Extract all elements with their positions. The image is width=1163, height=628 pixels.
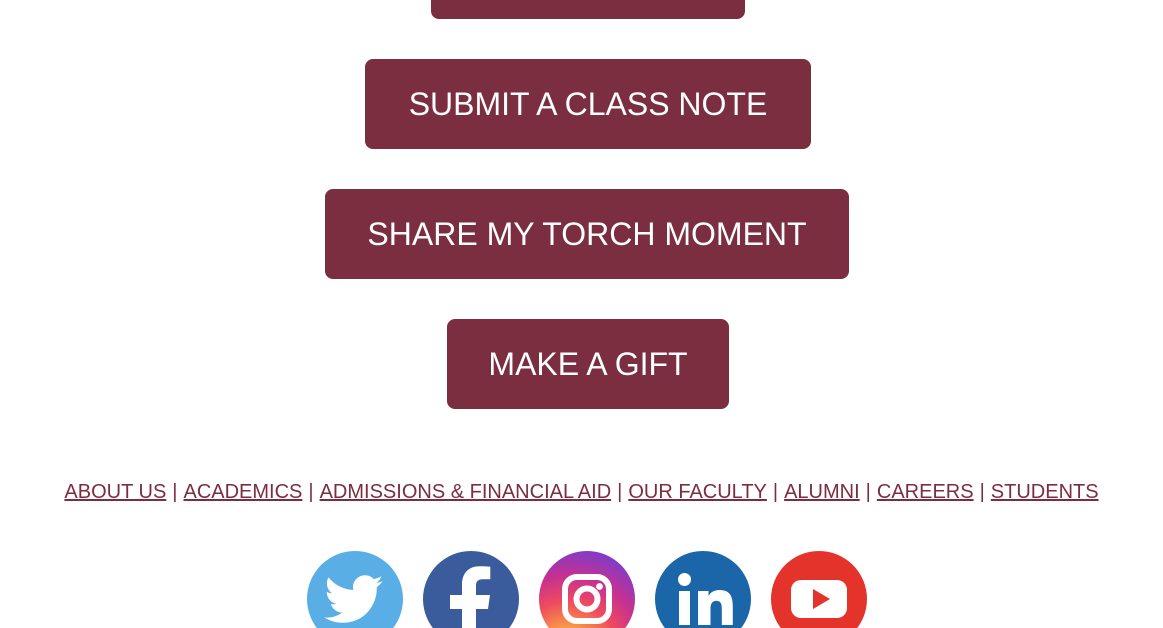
instagram-icon[interactable]	[539, 551, 635, 628]
submit-class-note-button[interactable]: SUBMIT A CLASS NOTE	[365, 59, 811, 149]
footer-separator: |	[617, 481, 623, 503]
footer-link-academics[interactable]: ACADEMICS	[183, 481, 302, 503]
social-links	[307, 551, 867, 628]
make-a-gift-button[interactable]: MAKE A GIFT	[447, 319, 729, 409]
twitter-icon[interactable]	[307, 551, 403, 628]
footer-link-students[interactable]: STUDENTS	[991, 481, 1099, 503]
footer-link-admissions[interactable]: ADMISSIONS & FINANCIAL AID	[320, 481, 612, 503]
footer-separator: |	[979, 481, 985, 503]
footer-link-our-faculty[interactable]: OUR FACULTY	[628, 481, 767, 503]
youtube-icon[interactable]	[771, 551, 867, 628]
footer-link-about-us[interactable]: ABOUT US	[64, 481, 166, 503]
footer-link-alumni[interactable]: ALUMNI	[784, 481, 860, 503]
footer-separator: |	[865, 481, 871, 503]
footer-link-careers[interactable]: CAREERS	[877, 481, 974, 503]
footer-separator: |	[772, 481, 779, 503]
footer-nav: ABOUT US | ACADEMICS | ADMISSIONS & FINANCIA…	[0, 479, 1163, 505]
top-cta-button[interactable]	[431, 0, 745, 19]
footer-separator: |	[308, 481, 314, 503]
linkedin-icon[interactable]	[655, 551, 751, 628]
share-torch-moment-button[interactable]: SHARE MY TORCH MOMENT	[325, 189, 849, 279]
footer-separator: |	[172, 481, 178, 503]
facebook-icon[interactable]	[423, 551, 519, 628]
